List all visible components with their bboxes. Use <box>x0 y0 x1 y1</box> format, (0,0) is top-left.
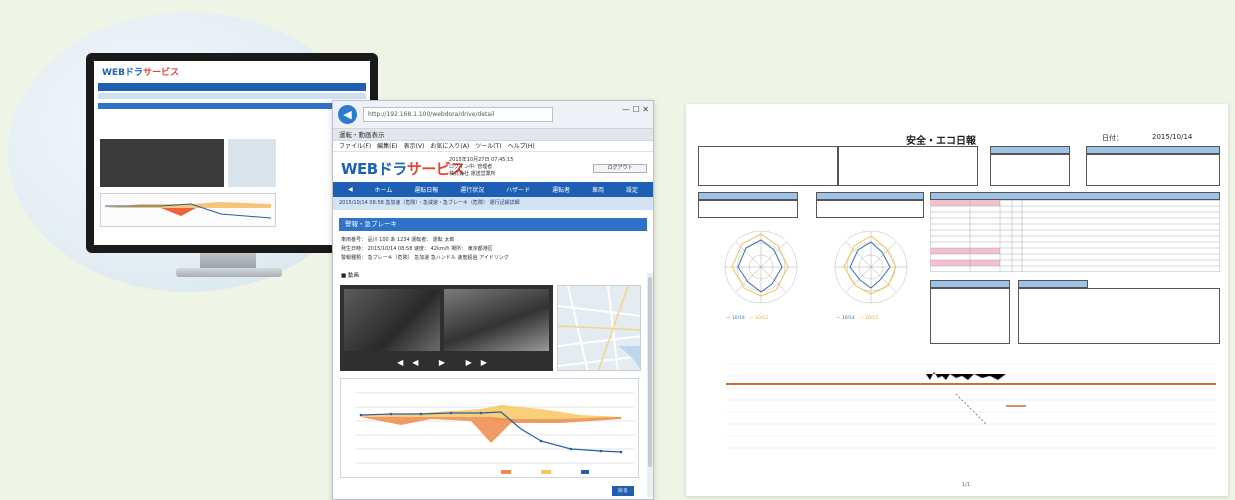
back-button[interactable]: ◀ <box>338 105 357 124</box>
front-camera-view <box>344 289 440 351</box>
info-line: 発生日時： 2015/10/14 08:58 速度： 42km/h 場所： 東京… <box>341 246 493 252</box>
window-controls[interactable]: — ☐ ✕ <box>622 105 649 114</box>
time-series-chart <box>706 354 1221 479</box>
report-vehicle-info <box>698 146 838 186</box>
time-series-svg <box>726 363 1216 449</box>
monitor-nav-bar <box>98 83 366 91</box>
scrollbar[interactable] <box>647 273 653 497</box>
nav-item-operation[interactable]: 運行状況 <box>460 185 484 194</box>
safety-radar-legend: — 10/14 — 10/12 <box>726 316 769 321</box>
event-table-svg <box>929 199 1221 273</box>
report-date-label: 日付： <box>1102 134 1123 142</box>
monitor-section-title <box>98 103 366 109</box>
eco-radar-chart <box>826 222 916 312</box>
nav-item-daily-report[interactable]: 運転日報 <box>414 185 438 194</box>
eco-eval-header <box>816 192 924 200</box>
playback-controls[interactable]: ◀◀ ▶ ▶▶ <box>340 358 553 367</box>
site-header: WEBドラサービス 2015年10月27日 07:45:15 ログイン中: 管理… <box>333 152 653 182</box>
page-number: 1/1 <box>962 482 971 488</box>
monitor-map-thumbnail <box>228 139 276 187</box>
safety-eco-report: 安全・エコ日報 日付： 2015/10/14 — 10/14 — 10/12 —… <box>686 104 1228 496</box>
menu-view[interactable]: 表示(V) <box>404 141 425 151</box>
menu-bar: ファイル(F) 編集(E) 表示(V) お気に入り(A) ツール(T) ヘルプ(… <box>333 141 653 152</box>
info-line: 車両番号： 品川 100 あ 1234 運転者： 運転 太郎 <box>341 237 455 243</box>
browser-toolbar: ◀ http://192.168.1.100/webdora/drive/det… <box>333 101 653 129</box>
video-section-label: ■ 動画 <box>341 273 359 279</box>
warning-table <box>930 288 1010 344</box>
video-player[interactable]: ◀◀ ▶ ▶▶ <box>340 285 553 371</box>
browser-tab[interactable]: 運転・動画表示 <box>333 129 653 141</box>
report-title: 安全・エコ日報 <box>906 136 976 147</box>
safety-eval-box <box>698 200 798 218</box>
event-table-header <box>930 192 1220 200</box>
nav-item-settings[interactable]: 設定 <box>626 185 638 194</box>
map-svg <box>558 286 640 370</box>
monitor-chart-thumbnail <box>100 193 276 227</box>
comment-box <box>1018 288 1220 344</box>
eco-radar-svg <box>834 230 908 304</box>
event-info: 車両番号： 品川 100 あ 1234 運転者： 運転 太郎 発生日時： 201… <box>341 236 645 263</box>
driver-camera-view <box>444 289 549 351</box>
event-table <box>929 199 1221 273</box>
report-score-header <box>990 146 1070 154</box>
menu-edit[interactable]: 編集(E) <box>377 141 397 151</box>
nav-back-icon[interactable]: ◀ <box>348 186 353 193</box>
monitor-video-thumbnail <box>100 139 224 187</box>
nav-item-home[interactable]: ホーム <box>375 185 393 194</box>
menu-help[interactable]: ヘルプ(H) <box>508 141 535 151</box>
logout-button[interactable]: ログアウト <box>593 164 647 173</box>
report-date: 2015/10/14 <box>1152 133 1193 141</box>
monitor-breadcrumb <box>98 93 366 99</box>
monitor-stand-base <box>176 268 282 277</box>
eco-eval-box <box>816 200 924 218</box>
warning-table-header <box>930 280 1010 288</box>
report-driver-info <box>838 146 978 186</box>
nav-item-driver[interactable]: 運転者 <box>552 185 570 194</box>
section-title: 警報・急ブレーキ <box>339 218 647 231</box>
report-summary-header <box>1086 146 1220 154</box>
site-logo[interactable]: WEBドラサービス <box>341 158 465 179</box>
breadcrumb: 2015/10/14 08:58 急加速（危険）・急減速・急ブレーキ（危険） 運… <box>333 197 653 210</box>
speed-chart-svg <box>355 392 635 474</box>
back-to-top-button[interactable]: 戻る <box>612 486 634 496</box>
nav-item-hazard[interactable]: ハザード <box>506 185 530 194</box>
header-info: 2015年10月27日 07:45:15 ログイン中: 管理者 株式会社 運送営… <box>449 157 514 177</box>
report-summary-box <box>1086 154 1220 186</box>
safety-radar-svg <box>724 230 798 304</box>
safety-eval-header <box>698 192 798 200</box>
address-bar[interactable]: http://192.168.1.100/webdora/drive/detai… <box>363 107 553 122</box>
eco-radar-legend: — 10/14 — 10/12 <box>836 316 879 321</box>
safety-radar-chart <box>716 222 806 312</box>
route-map[interactable] <box>557 285 641 371</box>
monitor-chart-svg <box>105 202 272 219</box>
report-score-box <box>990 154 1070 186</box>
monitor-logo: WEBドラサービス <box>102 68 179 78</box>
monitor-screen: WEBドラサービス <box>94 61 370 245</box>
main-nav: ◀ ホーム 運転日報 運行状況 ハザード 運転者 車両 設定 <box>333 182 653 197</box>
comment-header <box>1018 280 1088 288</box>
menu-file[interactable]: ファイル(F) <box>339 141 371 151</box>
menu-favorites[interactable]: お気に入り(A) <box>430 141 469 151</box>
monitor-stand-neck <box>200 253 256 269</box>
scrollbar-thumb[interactable] <box>648 277 652 467</box>
nav-item-vehicle[interactable]: 車両 <box>592 185 604 194</box>
menu-tools[interactable]: ツール(T) <box>475 141 501 151</box>
info-line: 警報種類： 急ブレーキ（危険） 急加速 急ハンドル 速度超過 アイドリング <box>341 255 509 261</box>
speed-chart <box>340 378 639 478</box>
